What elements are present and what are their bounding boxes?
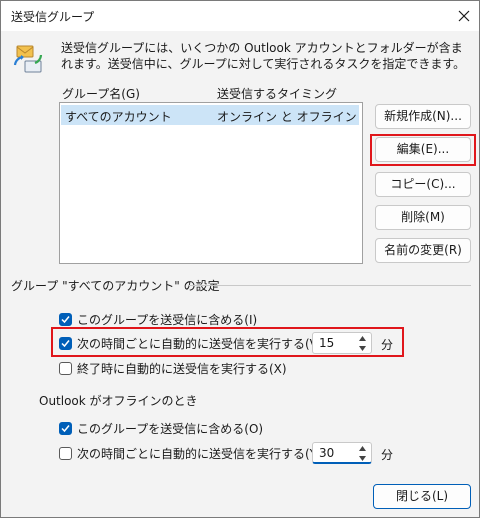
checkbox-unchecked-icon [59,362,72,375]
close-button[interactable]: 閉じる(L) [373,484,471,509]
offline-minutes-unit: 分 [381,448,394,462]
timing-cell: オンライン と オフライン [217,110,357,124]
offline-minutes-stepper[interactable]: 30 [312,442,372,464]
on-exit-label: 終了時に自動的に送受信を実行する(X) [77,362,287,376]
offline-schedule-label: 次の時間ごとに自動的に送受信を実行する(Y) [77,447,322,461]
offline-include-label: このグループを送受信に含める(O) [77,422,264,436]
online-minutes-stepper[interactable]: 15 [312,332,372,354]
online-include-checkbox[interactable]: このグループを送受信に含める(I) [59,311,257,328]
close-window-button[interactable] [449,1,479,31]
list-row[interactable]: すべてのアカウント オンライン と オフライン [61,105,359,125]
close-icon [458,10,470,22]
edit-button[interactable]: 編集(E)... [375,137,471,162]
checkbox-checked-icon [59,422,72,435]
intro-text: 送受信グループには、いくつかの Outlook アカウントとフォルダーが含まれま… [61,41,466,71]
offline-heading: Outlook がオフラインのとき [39,394,198,408]
group-list[interactable]: すべてのアカウント オンライン と オフライン [59,102,363,264]
offline-schedule-checkbox[interactable]: 次の時間ごとに自動的に送受信を実行する(Y) [59,445,322,462]
send-receive-groups-dialog: 送受信グループ 送受信グループには、いくつかの Outlook アカウントとフォ… [0,0,480,518]
online-schedule-checkbox[interactable]: 次の時間ごとに自動的に送受信を実行する(V) [59,335,323,352]
dialog-title: 送受信グループ [11,10,95,24]
offline-minutes-value: 30 [319,446,335,460]
rename-button[interactable]: 名前の変更(R) [375,238,471,263]
online-include-label: このグループを送受信に含める(I) [77,313,258,327]
stepper-down-icon[interactable] [355,454,369,463]
offline-include-checkbox[interactable]: このグループを送受信に含める(O) [59,420,263,437]
stepper-up-icon[interactable] [355,444,369,453]
checkbox-unchecked-icon [59,447,72,460]
section-divider [189,285,471,286]
stepper-up-icon[interactable] [355,334,369,343]
on-exit-checkbox[interactable]: 終了時に自動的に送受信を実行する(X) [59,360,287,377]
copy-button[interactable]: コピー(C)... [375,172,471,197]
checkbox-checked-icon [59,313,72,326]
online-minutes-unit: 分 [381,338,394,352]
stepper-down-icon[interactable] [355,344,369,353]
group-name-cell: すべてのアカウント [65,110,172,124]
online-schedule-label: 次の時間ごとに自動的に送受信を実行する(V) [77,337,323,351]
timing-column-header: 送受信するタイミング [217,87,338,101]
new-button[interactable]: 新規作成(N)... [375,104,471,129]
online-minutes-value: 15 [319,336,335,350]
group-name-column-header: グループ名(G) [62,87,140,101]
title-bar: 送受信グループ [1,1,479,31]
send-receive-icon [13,45,43,73]
checkbox-checked-icon [59,337,72,350]
delete-button[interactable]: 削除(M) [375,205,471,230]
